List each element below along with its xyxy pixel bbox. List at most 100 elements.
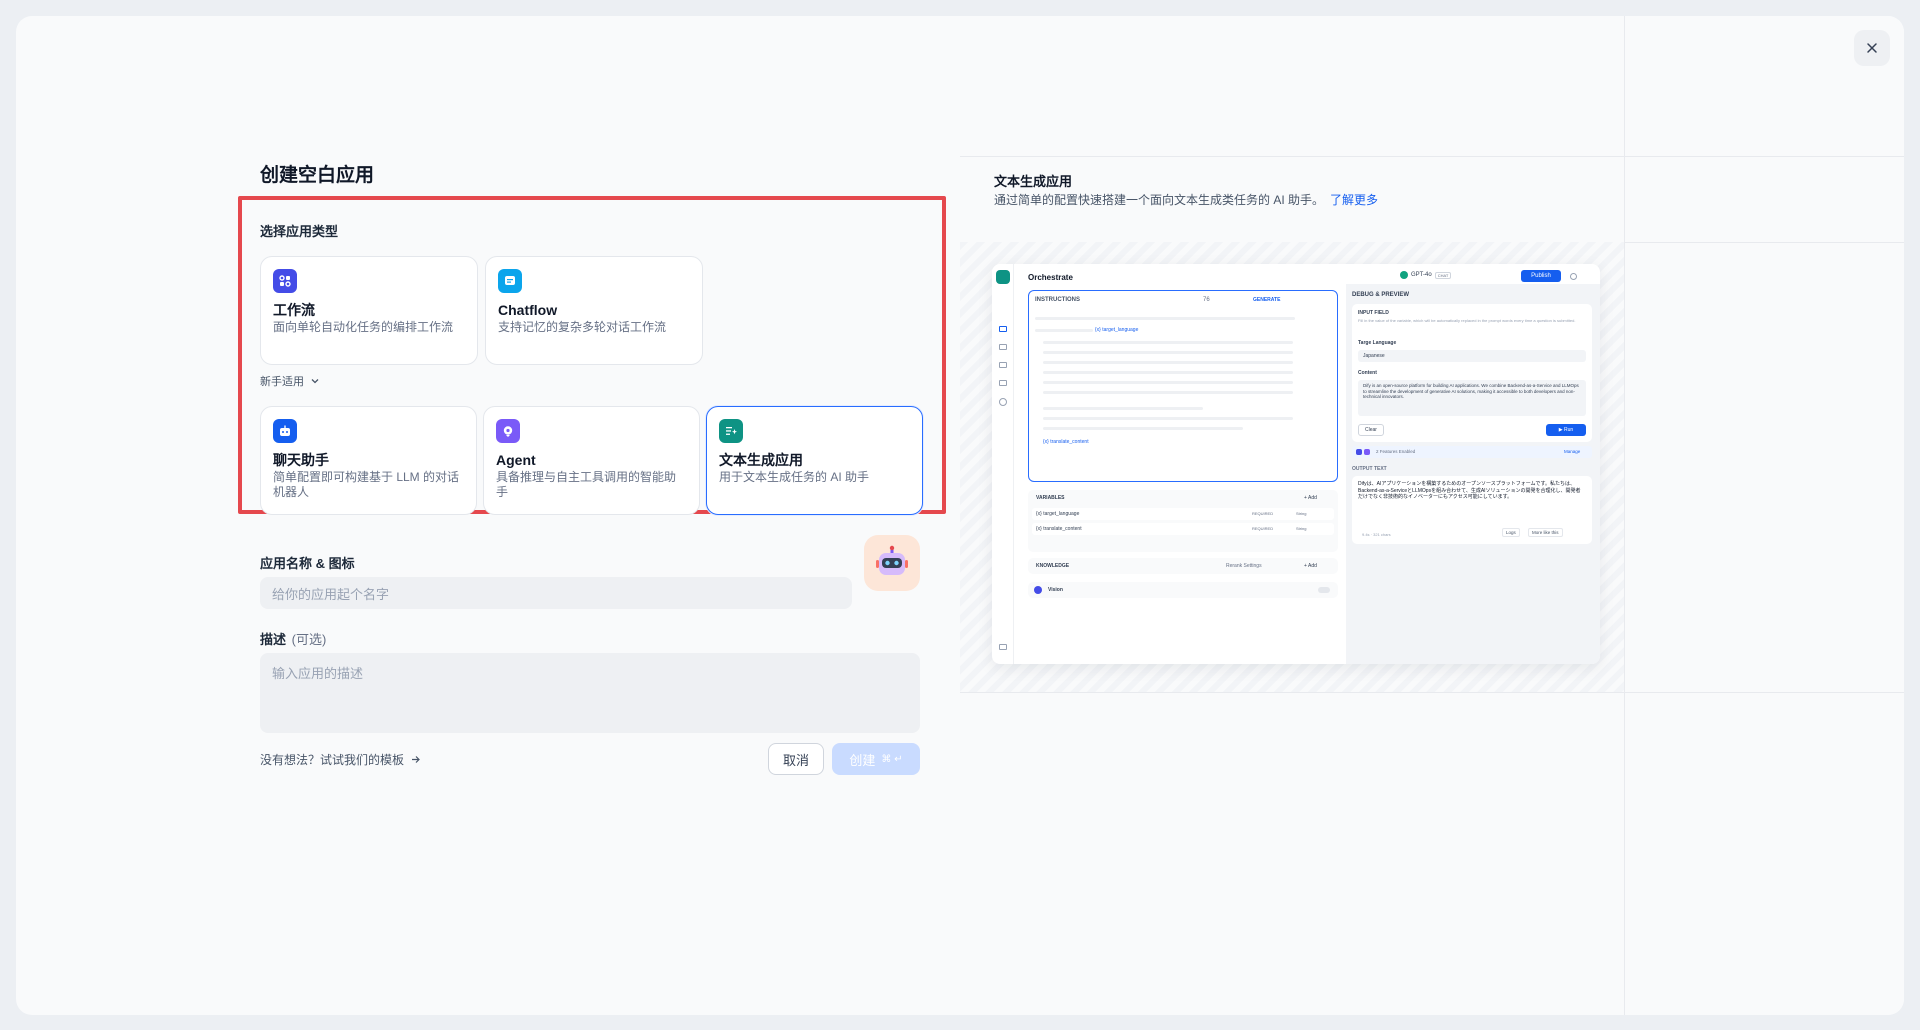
shot-nav-icon <box>999 398 1007 406</box>
app-type-name: 聊天助手 <box>273 452 329 468</box>
shot-nav-icon <box>999 362 1007 368</box>
shot-text-line <box>1043 341 1293 344</box>
shot-var-chip: {x} target_language <box>1095 327 1139 333</box>
shot-feature-icon <box>1356 449 1362 455</box>
shot-feature-icon <box>1364 449 1370 455</box>
shot-required-tag: REQUIRED <box>1252 511 1274 516</box>
app-type-desc: 简单配置即可构建基于 LLM 的对话机器人 <box>273 470 460 499</box>
app-type-desc: 用于文本生成任务的 AI 助手 <box>719 470 870 484</box>
shot-add-button: + Add <box>1304 563 1317 569</box>
shot-model-icon <box>1400 271 1408 279</box>
shot-input-hint: Fill in the value of the variable, which… <box>1358 318 1576 323</box>
shot-text-line <box>1043 371 1293 374</box>
close-icon <box>1867 43 1877 53</box>
shot-variables-section: VARIABLES + Add {x} target_language REQU… <box>1028 490 1338 552</box>
create-app-modal: 创建空白应用 选择应用类型 工作流 面向单轮自动化任务的编排工作流 Chatfl… <box>16 16 1904 1015</box>
shot-nav-icon <box>999 380 1007 386</box>
close-button[interactable] <box>1854 30 1890 66</box>
app-type-desc: 支持记忆的复杂多轮对话工作流 <box>498 320 667 334</box>
learn-more-link[interactable]: 了解更多 <box>1330 193 1378 207</box>
shot-generate-button: GENERATE <box>1253 297 1281 303</box>
template-link[interactable]: 没有想法？试试我们的模板 <box>260 751 421 768</box>
shot-model-select: GPT-4o CHAT <box>1400 271 1452 279</box>
shot-add-button: + Add <box>1304 495 1317 501</box>
shot-publish-button: Publish <box>1521 270 1561 282</box>
shot-type-tag: String <box>1296 526 1307 531</box>
shot-header: Orchestrate <box>1028 273 1073 282</box>
shot-nav-icon <box>999 344 1007 350</box>
preview-screenshot: Orchestrate GPT-4o CHAT Publish INSTRUCT… <box>992 264 1600 664</box>
divider <box>960 156 1904 157</box>
template-link-text: 没有想法？试试我们的模板 <box>260 753 405 767</box>
beginner-toggle[interactable]: 新手适用 <box>260 373 320 389</box>
app-type-card-chatflow[interactable]: Chatflow 支持记忆的复杂多轮对话工作流 <box>485 256 703 365</box>
shot-text-line <box>1043 417 1293 420</box>
create-button[interactable]: 创建 ⌘ ↵ <box>832 743 920 775</box>
create-form-panel: 创建空白应用 选择应用类型 工作流 面向单轮自动化任务的编排工作流 Chatfl… <box>16 16 960 1015</box>
description-label-text: 描述 <box>260 632 287 647</box>
shot-vision-label: Vision <box>1048 587 1063 593</box>
shot-type-tag: String <box>1296 511 1307 516</box>
shot-features-text: 2 Features Enabled <box>1376 449 1416 454</box>
create-button-label: 创建 <box>849 752 876 768</box>
shot-instructions-label: INSTRUCTIONS <box>1035 297 1080 303</box>
shot-debug-label: DEBUG & PREVIEW <box>1352 292 1410 298</box>
page-title: 创建空白应用 <box>260 165 375 186</box>
shot-text-line <box>1043 361 1293 364</box>
app-type-desc: 具备推理与自主工具调用的智能助手 <box>496 470 677 499</box>
create-shortcut: ⌘ ↵ <box>881 753 903 765</box>
shot-run-button: ▶ Run <box>1546 424 1586 436</box>
shot-clear-button: Clear <box>1358 424 1384 436</box>
shot-logs-button: Logs <box>1502 528 1520 537</box>
app-type-card-agent[interactable]: Agent 具备推理与自主工具调用的智能助手 <box>483 406 700 515</box>
divider <box>1624 16 1625 1015</box>
shot-history-icon <box>1570 273 1577 280</box>
shot-input-field-label: INPUT FIELD <box>1358 310 1389 316</box>
shot-more-like-button: More like this <box>1528 528 1563 537</box>
shot-variable-row: {x} target_language REQUIRED String <box>1032 508 1334 520</box>
app-type-card-text-generator[interactable]: 文本生成应用 用于文本生成任务的 AI 助手 <box>706 406 923 515</box>
shot-knowledge-section: KNOWLEDGE Rerank Settings + Add <box>1028 558 1338 574</box>
shot-features-bar: 2 Features Enabled Manage <box>1352 446 1592 458</box>
app-type-card-chat-assistant[interactable]: 聊天助手 简单配置即可构建基于 LLM 的对话机器人 <box>260 406 477 515</box>
text-gen-icon <box>719 419 743 443</box>
chevron-down-icon <box>311 379 319 384</box>
shot-variable-row: {x} translate_content REQUIRED String <box>1032 523 1334 535</box>
arrow-right-icon <box>412 756 420 763</box>
preview-desc-text: 通过简单的配置快速搭建一个面向文本生成类任务的 AI 助手。 <box>994 193 1325 207</box>
shot-text-line <box>1035 317 1295 320</box>
shot-text-line <box>1043 391 1293 394</box>
shot-input-card: INPUT FIELD Fill in the value of the var… <box>1352 304 1592 442</box>
shot-output-meta: 9.4s · 321 chars <box>1362 532 1391 537</box>
cancel-button[interactable]: 取消 <box>768 743 824 775</box>
shot-var-name: {x} translate_content <box>1036 526 1082 532</box>
shot-variables-label: VARIABLES <box>1036 495 1065 501</box>
robot-avatar-icon <box>876 545 908 575</box>
shot-nav-icon <box>999 326 1007 332</box>
shot-content-label: Content <box>1358 370 1377 376</box>
shot-vision-icon <box>1034 586 1042 594</box>
shot-text-line <box>1043 407 1203 410</box>
shot-var-name: {x} target_language <box>1036 511 1080 517</box>
shot-sidebar <box>992 264 1014 664</box>
shot-target-lang-select: Japanese <box>1358 350 1586 362</box>
app-type-card-workflow[interactable]: 工作流 面向单轮自动化任务的编排工作流 <box>260 256 478 365</box>
app-name-input[interactable]: 给你的应用起个名字 <box>260 577 852 609</box>
agent-icon <box>496 419 520 443</box>
beginner-label: 新手适用 <box>260 376 304 388</box>
description-label: 描述 (可选) <box>260 629 326 648</box>
shot-collapse-icon <box>999 644 1007 650</box>
shot-model-tag: CHAT <box>1434 271 1452 279</box>
shot-app-icon <box>996 270 1010 284</box>
shot-vision-toggle <box>1318 587 1330 593</box>
shot-knowledge-label: KNOWLEDGE <box>1036 563 1070 569</box>
chat-assistant-icon <box>273 419 297 443</box>
shot-rerank-settings: Rerank Settings <box>1226 563 1262 569</box>
app-type-name: Agent <box>496 452 536 468</box>
shot-text-line <box>1043 427 1243 430</box>
shot-text-line <box>1035 329 1093 332</box>
app-icon-picker[interactable] <box>864 535 920 591</box>
description-textarea[interactable]: 输入应用的描述 <box>260 653 920 733</box>
shot-output-card: Difyは、AIアプリケーションを構築するためのオープンソースプラットフォームで… <box>1352 476 1592 544</box>
app-type-desc: 面向单轮自动化任务的编排工作流 <box>273 320 454 334</box>
